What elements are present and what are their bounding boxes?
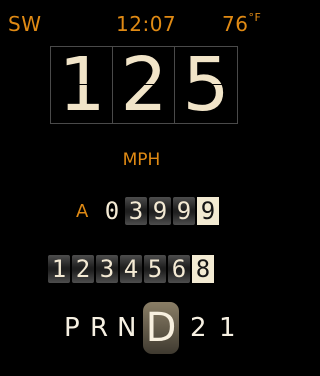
odometer-digit: 4 xyxy=(120,255,142,283)
gear-first: 1 xyxy=(219,313,236,343)
speed-digit: 2 xyxy=(120,46,168,124)
outside-temperature: 76°F xyxy=(222,11,262,36)
speed-digit: 5 xyxy=(182,46,230,124)
trip-digit: 9 xyxy=(173,197,195,225)
temperature-unit: °F xyxy=(248,11,262,25)
odometer-digits: 1 2 3 4 5 6 8 xyxy=(48,255,218,283)
odometer-digit: 5 xyxy=(144,255,166,283)
gear-park: P xyxy=(64,313,80,343)
speed-digit: 1 xyxy=(58,46,106,124)
odometer-digit: 8 xyxy=(192,255,214,283)
trip-digits: 0 3 9 9 9 xyxy=(101,197,221,225)
gear-neutral: N xyxy=(117,313,137,343)
odometer-digit: 6 xyxy=(168,255,190,283)
odometer-digit: 2 xyxy=(72,255,94,283)
trip-digit: 9 xyxy=(149,197,171,225)
speed-unit: MPH xyxy=(122,150,161,170)
trip-digit: 9 xyxy=(197,197,219,225)
trip-digit: 0 xyxy=(101,197,123,225)
gear-reverse: R xyxy=(90,313,109,343)
trip-digit: 3 xyxy=(125,197,147,225)
odometer-digit: 1 xyxy=(48,255,70,283)
gear-second: 2 xyxy=(190,313,207,343)
speed-digit-box: 5 xyxy=(174,46,238,124)
clock-time: 12:07 xyxy=(116,12,177,36)
speed-digit-box: 2 xyxy=(112,46,176,124)
gear-drive-active: D xyxy=(143,302,179,354)
odometer-digit: 3 xyxy=(96,255,118,283)
trip-label: A xyxy=(76,201,89,222)
compass-heading: SW xyxy=(8,12,42,36)
speed-digit-box: 1 xyxy=(50,46,114,124)
